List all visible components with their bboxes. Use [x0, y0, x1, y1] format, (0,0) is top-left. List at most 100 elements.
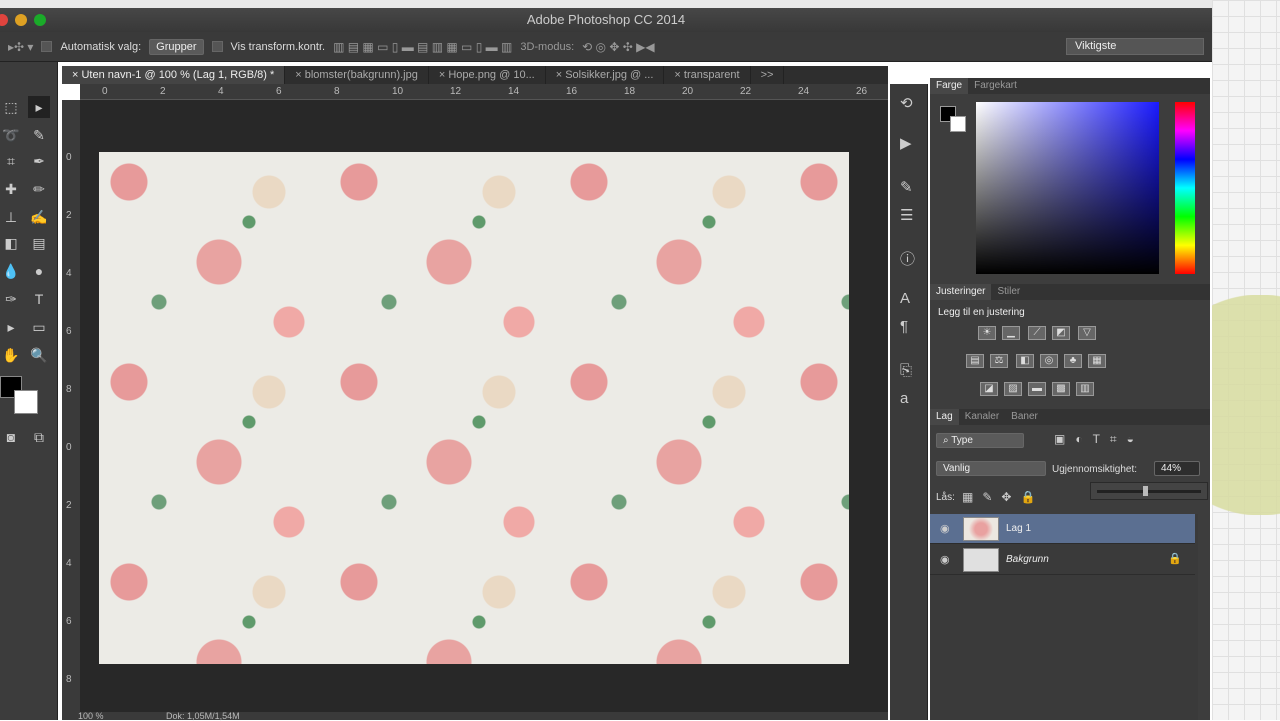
tab-color[interactable]: Farge	[930, 78, 969, 94]
document-canvas-floral-image[interactable]	[99, 152, 849, 664]
visibility-eye-icon[interactable]: ◉	[940, 522, 950, 535]
tab-label: Solsikker.jpg @ ...	[565, 69, 654, 81]
stamp-tool-icon[interactable]: ⊥	[0, 206, 22, 228]
quick-select-icon[interactable]: ✎	[28, 124, 50, 146]
layer-filter-icons[interactable]: ▣◐T⌗◒	[1054, 432, 1144, 447]
type-tool-icon[interactable]: T	[28, 288, 50, 310]
3d-tools-icons[interactable]: ⟲ ◎ ✥ ✣ ▶◀	[582, 40, 654, 54]
quick-mask-icon[interactable]: ◙	[0, 426, 22, 448]
tab-layers[interactable]: Lag	[930, 409, 959, 425]
threshold-icon[interactable]: ▬	[1028, 382, 1046, 396]
layer-thumbnail	[963, 548, 999, 572]
properties-icon[interactable]: ☰	[900, 206, 913, 224]
eraser-tool-icon[interactable]: ◧	[0, 232, 22, 254]
lock-icons[interactable]: ▦✎✥🔒	[962, 490, 1044, 504]
align-icons[interactable]: ▥ ▤ ▦ ▭ ▯ ▬ ▤ ▥ ▦ ▭ ▯ ▬ ▥	[333, 40, 512, 54]
auto-select-dropdown[interactable]: Grupper	[149, 38, 204, 55]
selective-color-icon[interactable]: ▥	[1076, 382, 1094, 396]
crop-tool-icon[interactable]: ⌗	[0, 150, 22, 172]
healing-brush-icon[interactable]: ✚	[0, 178, 22, 200]
black-white-icon[interactable]: ◧	[1016, 354, 1034, 368]
layer-row[interactable]: ◉ Lag 1	[930, 514, 1195, 544]
opacity-slider-track[interactable]	[1097, 490, 1201, 493]
curves-icon[interactable]: ⟋	[1028, 326, 1046, 340]
ruler-tick-label: 10	[392, 86, 404, 97]
layer-row[interactable]: ◉ Bakgrunn 🔒	[930, 545, 1195, 575]
hue-saturation-icon[interactable]: ▤	[966, 354, 984, 368]
brightness-icon[interactable]: ☀	[978, 326, 996, 340]
eyedropper-icon[interactable]: ✒	[28, 150, 50, 172]
tabs-overflow-button[interactable]: >>	[751, 66, 785, 84]
zoom-button[interactable]	[34, 14, 46, 26]
blur-tool-icon[interactable]: 💧	[0, 260, 22, 282]
history-brush-icon[interactable]: ✍	[28, 206, 50, 228]
desktop-decoration	[1212, 295, 1280, 515]
actions-icon[interactable]: ▶	[900, 134, 912, 152]
vertical-ruler: 0 2 4 6 8 0 2 4 6 8	[62, 100, 80, 712]
vibrance-icon[interactable]: ▽	[1078, 326, 1096, 340]
tab-document[interactable]: × Solsikker.jpg @ ...	[546, 66, 665, 84]
clone-source-icon[interactable]: ⎘	[900, 362, 912, 379]
auto-select-label: Automatisk valg:	[60, 40, 142, 53]
path-select-icon[interactable]: ▸	[0, 316, 22, 338]
levels-icon[interactable]: ▁	[1002, 326, 1020, 340]
background-color-swatch[interactable]	[950, 116, 966, 132]
tab-document[interactable]: × Uten navn-1 @ 100 % (Lag 1, RGB/8) *	[62, 66, 286, 84]
shape-tool-icon[interactable]: ▭	[28, 316, 50, 338]
gradient-tool-icon[interactable]: ▤	[28, 232, 50, 254]
brush-tool-icon[interactable]: ✏	[28, 178, 50, 200]
tab-label: Uten navn-1 @ 100 % (Lag 1, RGB/8) *	[81, 69, 275, 81]
invert-icon[interactable]: ◪	[980, 382, 998, 396]
layer-name[interactable]: Lag 1	[1006, 523, 1031, 534]
character-icon[interactable]: A	[900, 290, 910, 307]
photo-filter-icon[interactable]: ◎	[1040, 354, 1058, 368]
lasso-tool-icon[interactable]: ➰	[0, 124, 22, 146]
posterize-icon[interactable]: ▨	[1004, 382, 1022, 396]
color-field[interactable]	[976, 102, 1159, 274]
show-transform-checkbox[interactable]	[211, 41, 223, 52]
screen-mode-icon[interactable]: ⧉	[28, 426, 50, 448]
background-color-swatch[interactable]	[14, 390, 38, 414]
paragraph-icon[interactable]: ¶	[900, 318, 908, 335]
minimize-button[interactable]	[15, 14, 27, 26]
pen-tool-icon[interactable]: ✑	[0, 288, 22, 310]
auto-select-checkbox[interactable]	[41, 41, 53, 52]
glyphs-icon[interactable]: a	[900, 390, 908, 407]
hand-tool-icon[interactable]: ✋	[0, 344, 22, 366]
color-lookup-icon[interactable]: ▦	[1088, 354, 1106, 368]
move-tool-icon[interactable]: ▸	[28, 96, 50, 118]
tab-paths[interactable]: Baner	[1005, 409, 1044, 425]
opacity-field[interactable]: 44%	[1154, 461, 1200, 476]
tab-document[interactable]: × Hope.png @ 10...	[429, 66, 546, 84]
info-icon[interactable]: ⓘ	[900, 248, 915, 269]
tab-styles[interactable]: Stiler	[991, 284, 1026, 300]
channel-mixer-icon[interactable]: ♣	[1064, 354, 1082, 368]
dodge-tool-icon[interactable]: ●	[28, 260, 50, 282]
tab-document[interactable]: × transparent	[664, 66, 751, 84]
marquee-tool-icon[interactable]: ⬚	[0, 96, 22, 118]
status-bar: 100 % Dok: 1,05M/1,54M	[62, 712, 888, 721]
options-bar: ▸✣ ▾ Automatisk valg: Grupper Vis transf…	[0, 32, 1212, 62]
close-button[interactable]	[0, 14, 8, 26]
layer-filter-dropdown[interactable]: ⌕ Type	[936, 433, 1024, 448]
brush-presets-icon[interactable]: ✎	[900, 178, 913, 196]
workspace-dropdown[interactable]: Viktigste	[1066, 38, 1204, 55]
tab-document[interactable]: × blomster(bakgrunn).jpg	[285, 66, 429, 84]
tab-swatches[interactable]: Fargekart	[968, 78, 1023, 94]
tab-adjustments[interactable]: Justeringer	[930, 284, 992, 300]
color-balance-icon[interactable]: ⚖	[990, 354, 1008, 368]
gradient-map-icon[interactable]: ▩	[1052, 382, 1070, 396]
opacity-slider-thumb[interactable]	[1143, 486, 1148, 496]
ruler-tick-label: 6	[66, 616, 72, 627]
adjustments-heading: Legg til en justering	[938, 307, 1025, 318]
hue-slider[interactable]	[1175, 102, 1195, 274]
zoom-tool-icon[interactable]: 🔍	[28, 344, 50, 366]
layer-name[interactable]: Bakgrunn	[1006, 554, 1049, 565]
blend-mode-dropdown[interactable]: Vanlig	[936, 461, 1046, 476]
exposure-icon[interactable]: ◩	[1052, 326, 1070, 340]
move-tool-icon[interactable]: ▸✣ ▾	[8, 40, 33, 54]
history-icon[interactable]: ⟲	[900, 94, 913, 112]
visibility-eye-icon[interactable]: ◉	[940, 553, 950, 566]
lock-icon: 🔒	[1168, 553, 1182, 565]
tab-channels[interactable]: Kanaler	[959, 409, 1005, 425]
